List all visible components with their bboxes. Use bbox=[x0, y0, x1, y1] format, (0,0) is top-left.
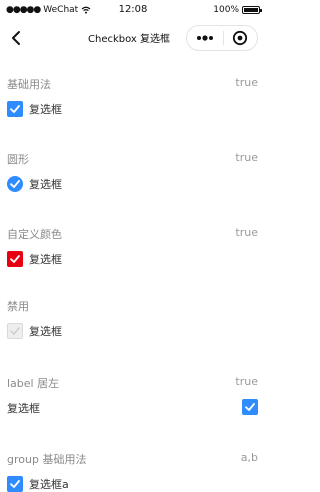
checkbox-label-left[interactable] bbox=[242, 399, 258, 415]
checkbox-round[interactable]: 复选框 bbox=[7, 176, 62, 192]
checkbox-basic[interactable]: 复选框 bbox=[7, 101, 62, 117]
checkbox-label: 复选框a bbox=[29, 478, 69, 491]
disabled-checkbox-icon bbox=[7, 323, 23, 339]
checkbox-label: 复选框 bbox=[29, 253, 62, 266]
section-title: 基础用法 bbox=[7, 78, 51, 91]
back-button[interactable] bbox=[6, 28, 26, 48]
section-value: true bbox=[235, 375, 258, 388]
checkbox-checked-icon bbox=[7, 476, 23, 492]
checkbox-group-item-a[interactable]: 复选框a bbox=[7, 476, 69, 492]
status-bar: ●●●●● WeChat 12:08 100% bbox=[0, 0, 266, 20]
more-icon bbox=[196, 35, 213, 41]
checkbox-label: 复选框 bbox=[29, 103, 62, 116]
section-value: true bbox=[235, 151, 258, 164]
section-title: group 基础用法 bbox=[7, 453, 87, 466]
checkbox-checked-icon bbox=[7, 101, 23, 117]
target-close-icon bbox=[233, 30, 248, 46]
round-checkbox-checked-icon bbox=[7, 176, 23, 192]
page-title: Checkbox 复选框 bbox=[88, 34, 171, 45]
checkbox-label[interactable]: 复选框 bbox=[7, 400, 40, 416]
section-title: label 居左 bbox=[7, 377, 60, 390]
section-title: 自定义颜色 bbox=[7, 228, 62, 241]
section-title: 禁用 bbox=[7, 300, 29, 313]
checkbox-label: 复选框 bbox=[29, 178, 62, 191]
close-button[interactable] bbox=[223, 25, 257, 51]
checkbox-custom-color[interactable]: 复选框 bbox=[7, 251, 62, 267]
status-right: 100% bbox=[213, 5, 262, 15]
section-value: a,b bbox=[240, 451, 258, 464]
more-button[interactable] bbox=[187, 25, 223, 51]
mini-program-capsule bbox=[186, 25, 258, 51]
red-checkbox-checked-icon bbox=[7, 251, 23, 267]
chevron-left-icon bbox=[12, 31, 20, 45]
section-value: true bbox=[235, 226, 258, 239]
nav-bar: Checkbox 复选框 bbox=[0, 22, 266, 54]
battery-percent: 100% bbox=[213, 5, 239, 15]
checkbox-disabled: 复选框 bbox=[7, 323, 62, 339]
section-value: true bbox=[235, 76, 258, 89]
checkbox-checked-icon bbox=[242, 399, 258, 415]
checkbox-label: 复选框 bbox=[29, 325, 62, 338]
battery-icon bbox=[242, 6, 262, 14]
section-title: 圆形 bbox=[7, 153, 29, 166]
